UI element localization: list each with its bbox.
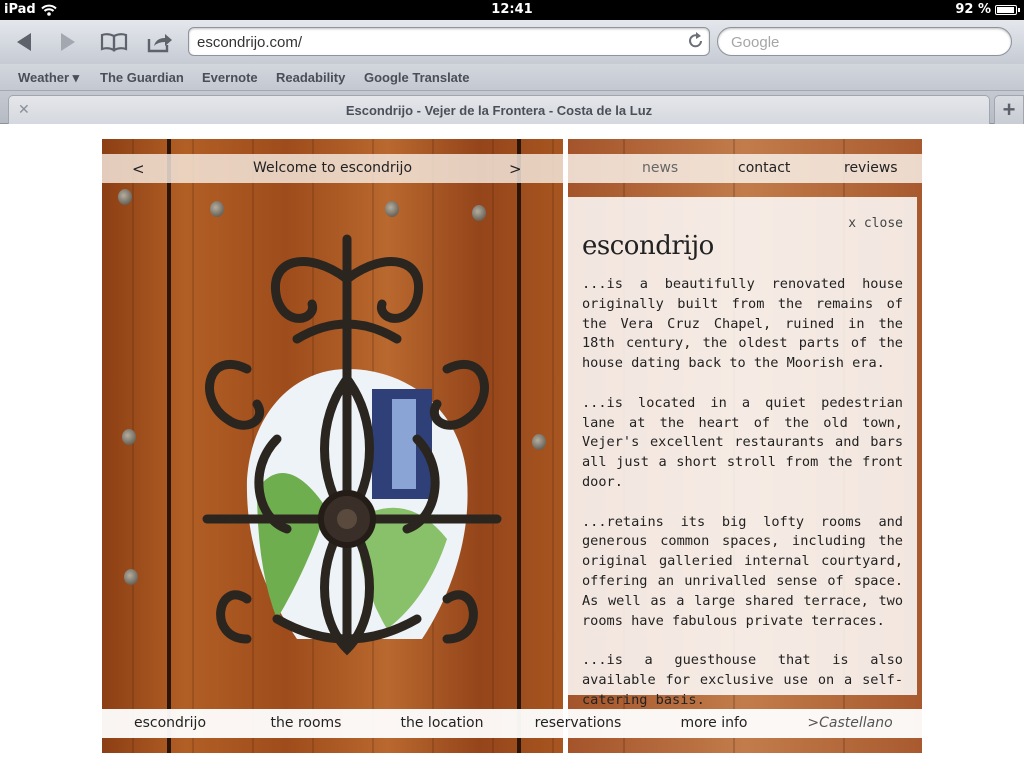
bookmark-google-translate[interactable]: Google Translate <box>364 70 469 85</box>
share-button[interactable] <box>143 28 177 56</box>
door-rivet <box>532 434 546 450</box>
battery-percent: 92 % <box>955 2 991 17</box>
back-arrow-icon <box>17 33 31 51</box>
door-photo <box>102 139 563 753</box>
nav-contact[interactable]: contact <box>738 160 790 176</box>
tab-title: Escondrijo - Vejer de la Frontera - Cost… <box>345 103 653 118</box>
nav-reservations[interactable]: reservations <box>510 715 646 731</box>
nav-more-info[interactable]: more info <box>646 715 782 731</box>
slider-next-button[interactable]: > <box>509 160 522 178</box>
back-button[interactable] <box>7 28 41 56</box>
bookmark-the-guardian[interactable]: The Guardian <box>100 70 184 85</box>
door-rivet <box>210 201 224 217</box>
door-rivet <box>118 189 132 205</box>
battery-nub <box>1018 7 1020 12</box>
slider-caption: Welcome to escondrijo <box>252 160 413 176</box>
panel-paragraph: ...is a guesthouse that is also availabl… <box>582 652 903 708</box>
forward-arrow-icon <box>61 33 75 51</box>
reload-button[interactable] <box>688 32 704 53</box>
battery-fill <box>997 6 1014 13</box>
panel-title: escondrijo <box>582 231 714 261</box>
panel-body: ...is a beautifully renovated house orig… <box>582 275 903 730</box>
bookmark-evernote[interactable]: Evernote <box>202 70 258 85</box>
battery-icon <box>995 4 1017 15</box>
status-bar: iPad 12:41 92 % <box>0 0 1024 20</box>
panel-close-button[interactable]: x close <box>848 216 903 231</box>
door-plank-line <box>517 139 521 753</box>
nav-escondrijo[interactable]: escondrijo <box>102 715 238 731</box>
door-rivet <box>385 201 399 217</box>
door-rivet <box>124 569 138 585</box>
panel-paragraph: ...is located in a quiet pedestrian lane… <box>582 394 903 490</box>
bookmarks-book-icon <box>100 33 128 52</box>
address-bar[interactable]: escondrijo.com/ <box>188 27 710 56</box>
bookmarks-bar: Weather ▾ The Guardian Evernote Readabil… <box>0 64 1024 91</box>
bookmark-weather[interactable]: Weather ▾ <box>18 70 79 86</box>
escondrijo-site: < Welcome to escondrijo > news contact r… <box>102 139 922 753</box>
panel-paragraph: ...is a beautifully renovated house orig… <box>582 276 903 372</box>
search-placeholder: Google <box>731 34 780 51</box>
new-tab-button[interactable]: + <box>994 95 1024 124</box>
nav-the-location[interactable]: the location <box>374 715 510 731</box>
bookmark-readability[interactable]: Readability <box>276 70 345 85</box>
panel-paragraph: ...retains its big lofty rooms and gener… <box>582 513 903 629</box>
nav-the-rooms[interactable]: the rooms <box>238 715 374 731</box>
address-text: escondrijo.com/ <box>197 34 303 51</box>
secondary-nav: news contact reviews <box>568 154 922 183</box>
reload-icon <box>689 32 702 48</box>
nav-news[interactable]: news <box>642 160 678 176</box>
clock: 12:41 <box>491 2 533 17</box>
tab-escondrijo[interactable]: ✕ Escondrijo - Vejer de la Frontera - Co… <box>8 95 990 124</box>
tab-bar: ✕ Escondrijo - Vejer de la Frontera - Co… <box>0 91 1024 124</box>
share-icon <box>147 34 172 53</box>
main-nav: escondrijo the rooms the location reserv… <box>102 709 922 738</box>
door-rivet <box>122 429 136 445</box>
bookmarks-button[interactable] <box>97 28 131 56</box>
nav-castellano[interactable]: >Castellano <box>782 715 918 731</box>
battery-indicator: 92 % <box>955 2 1020 17</box>
info-panel: x close escondrijo ...is a beautifully r… <box>568 197 917 708</box>
door-plank-line <box>167 139 171 753</box>
browser-toolbar: escondrijo.com/ Google <box>0 20 1024 64</box>
iron-grille-window <box>202 234 502 656</box>
forward-button[interactable] <box>51 28 85 56</box>
slider-caption-bar: < Welcome to escondrijo > <box>102 154 563 183</box>
nav-reviews[interactable]: reviews <box>844 160 898 176</box>
search-field[interactable]: Google <box>717 27 1012 56</box>
